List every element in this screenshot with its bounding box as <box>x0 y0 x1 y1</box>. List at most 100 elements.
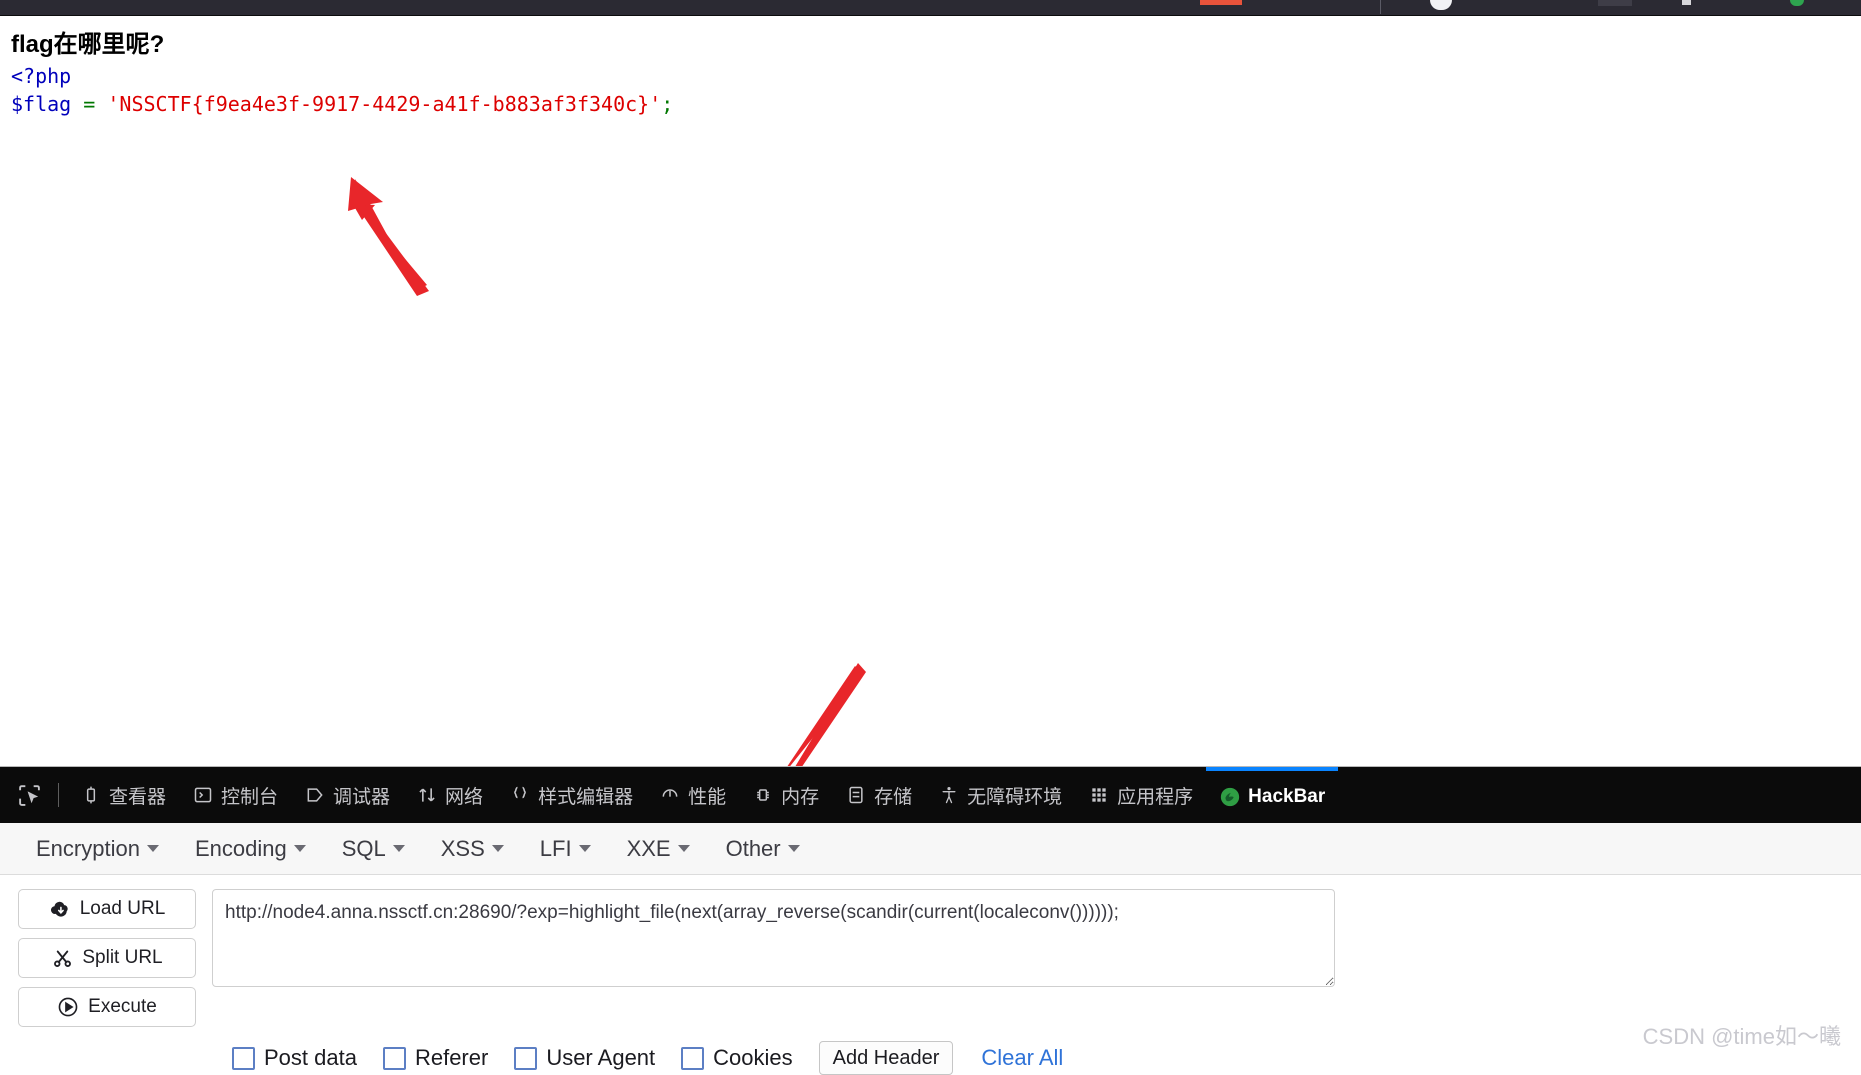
php-assign-operator: = <box>83 92 96 116</box>
php-flag-string: 'NSSCTF{f9ea4e3f-9917-4429-a41f-b883af3f… <box>107 92 662 116</box>
performance-icon <box>659 784 681 806</box>
play-circle-icon <box>57 996 79 1018</box>
clear-all-link[interactable]: Clear All <box>981 1045 1063 1071</box>
devtools-tab-accessibility[interactable]: 无障碍环境 <box>925 767 1075 823</box>
php-flag-assignment: $flag = 'NSSCTF{f9ea4e3f-9917-4429-a41f-… <box>11 92 673 116</box>
split-url-label: Split URL <box>82 947 163 968</box>
devtools-tab-performance[interactable]: 性能 <box>646 767 739 823</box>
hackbar-menu-label: LFI <box>539 835 572 861</box>
user-agent-checkbox[interactable]: User Agent <box>514 1045 655 1071</box>
hackbar-menu-encoding[interactable]: Encoding <box>177 836 324 862</box>
accessibility-icon <box>938 784 960 806</box>
cookies-label: Cookies <box>713 1045 793 1070</box>
devtools-tab-label: 性能 <box>688 786 727 808</box>
browser-chrome-separator <box>1380 0 1381 14</box>
load-url-label: Load URL <box>79 898 166 919</box>
hackbar-menu-encryption[interactable]: Encryption <box>18 836 177 862</box>
checkbox-box[interactable] <box>232 1046 255 1070</box>
php-open-tag: <?php <box>11 64 72 88</box>
chevron-down-icon <box>146 845 159 852</box>
checkbox-box[interactable] <box>514 1046 538 1070</box>
hackbar-menu-xxe[interactable]: XXE <box>609 836 708 862</box>
referer-label: Referer <box>414 1045 489 1070</box>
devtools-tab-label: 应用程序 <box>1117 786 1194 808</box>
web-page-content: flag在哪里呢? <?php $flag = 'NSSCTF{f9ea4e3f… <box>0 16 1861 766</box>
devtools-tab-inspector[interactable]: 查看器 <box>67 767 179 823</box>
style-editor-icon <box>509 784 531 806</box>
chevron-down-icon <box>677 845 690 852</box>
browser-chrome-icon <box>1430 0 1452 10</box>
php-variable-name: $flag <box>11 92 72 116</box>
devtools-tab-network[interactable]: 网络 <box>403 767 496 823</box>
browser-chrome-status-dot <box>1790 0 1804 6</box>
chevron-down-icon <box>787 845 800 852</box>
browser-chrome-accent <box>1200 0 1242 5</box>
user-agent-label: User Agent <box>546 1045 656 1070</box>
browser-chrome-pill <box>1598 0 1632 6</box>
execute-button[interactable]: Execute <box>18 987 196 1027</box>
execute-label: Execute <box>88 996 157 1017</box>
devtools-tab-label: 查看器 <box>109 786 167 808</box>
devtools-toolbar-divider <box>58 783 59 807</box>
application-icon <box>1088 784 1110 806</box>
hackbar-menu-label: SQL <box>341 835 386 861</box>
devtools-tab-debugger[interactable]: 调试器 <box>291 767 403 823</box>
browser-chrome-dot <box>1682 0 1691 5</box>
devtools-tab-label: 样式编辑器 <box>538 786 634 808</box>
hackbar-menu-label: Encryption <box>36 835 140 861</box>
chevron-down-icon <box>293 845 306 852</box>
devtools-tab-label: 内存 <box>781 786 820 808</box>
devtools-tab-label: HackBar <box>1248 786 1326 807</box>
hackbar-menu-other[interactable]: Other <box>708 836 818 862</box>
hackbar-menu-lfi[interactable]: LFI <box>522 836 609 862</box>
devtools-tab-label: 存储 <box>874 786 913 808</box>
element-picker-icon[interactable] <box>8 775 50 815</box>
chevron-down-icon <box>392 845 405 852</box>
devtools-tab-label: 无障碍环境 <box>967 786 1063 808</box>
cookies-checkbox[interactable]: Cookies <box>681 1045 793 1071</box>
add-header-button[interactable]: Add Header <box>818 1041 954 1075</box>
network-icon <box>416 784 438 806</box>
page-title: flag在哪里呢? <box>11 31 165 58</box>
hackbar-menu-sql[interactable]: SQL <box>324 836 423 862</box>
php-statement-terminator: ; <box>661 92 674 116</box>
red-annotation-arrow-up <box>348 177 429 296</box>
devtools-tab-hackbar[interactable]: HackBar <box>1206 767 1339 823</box>
devtools-tab-application[interactable]: 应用程序 <box>1075 767 1206 823</box>
hackbar-body: Load URL Split URL Execute http://node4.… <box>0 875 1861 1027</box>
scissors-icon <box>51 947 73 969</box>
hackbar-icon <box>1219 786 1241 808</box>
chevron-down-icon <box>491 845 504 852</box>
browser-toolbar-strip <box>0 0 1861 16</box>
url-input[interactable] <box>212 889 1335 987</box>
hackbar-menu-label: Other <box>725 835 781 861</box>
hackbar-action-buttons: Load URL Split URL Execute <box>18 889 196 1027</box>
load-url-button[interactable]: Load URL <box>18 889 196 929</box>
hackbar-panel: Encryption Encoding SQL XSS LFI XXE Othe… <box>0 823 1861 1075</box>
hackbar-menu-label: XXE <box>626 835 671 861</box>
cloud-download-icon <box>49 898 71 920</box>
devtools-tab-memory[interactable]: 内存 <box>739 767 832 823</box>
hackbar-menu-xss[interactable]: XSS <box>423 836 522 862</box>
console-icon <box>192 784 214 806</box>
memory-icon <box>752 784 774 806</box>
hackbar-menu-label: XSS <box>440 835 485 861</box>
hackbar-url-container <box>212 889 1335 1027</box>
storage-icon <box>845 784 867 806</box>
chevron-down-icon <box>578 845 591 852</box>
devtools-tab-console[interactable]: 控制台 <box>179 767 291 823</box>
devtools-tab-label: 控制台 <box>221 786 279 808</box>
devtools-tab-style-editor[interactable]: 样式编辑器 <box>496 767 646 823</box>
devtools-tab-bar: 查看器 控制台 调试器 网络 样式编辑器 性能 内存 存储 无障碍环境 应用程序… <box>0 767 1861 823</box>
devtools-tab-storage[interactable]: 存储 <box>832 767 925 823</box>
debugger-icon <box>304 784 326 806</box>
inspector-icon <box>80 784 102 806</box>
checkbox-box[interactable] <box>681 1046 705 1070</box>
checkbox-box[interactable] <box>382 1046 406 1070</box>
split-url-button[interactable]: Split URL <box>18 938 196 978</box>
devtools-tab-label: 网络 <box>445 786 484 808</box>
hackbar-options-row: Post data Referer User Agent Cookies Add… <box>0 1027 1861 1075</box>
post-data-checkbox[interactable]: Post data <box>232 1045 357 1071</box>
referer-checkbox[interactable]: Referer <box>382 1045 489 1071</box>
csdn-watermark: CSDN @time如～曦 <box>1642 1024 1841 1049</box>
